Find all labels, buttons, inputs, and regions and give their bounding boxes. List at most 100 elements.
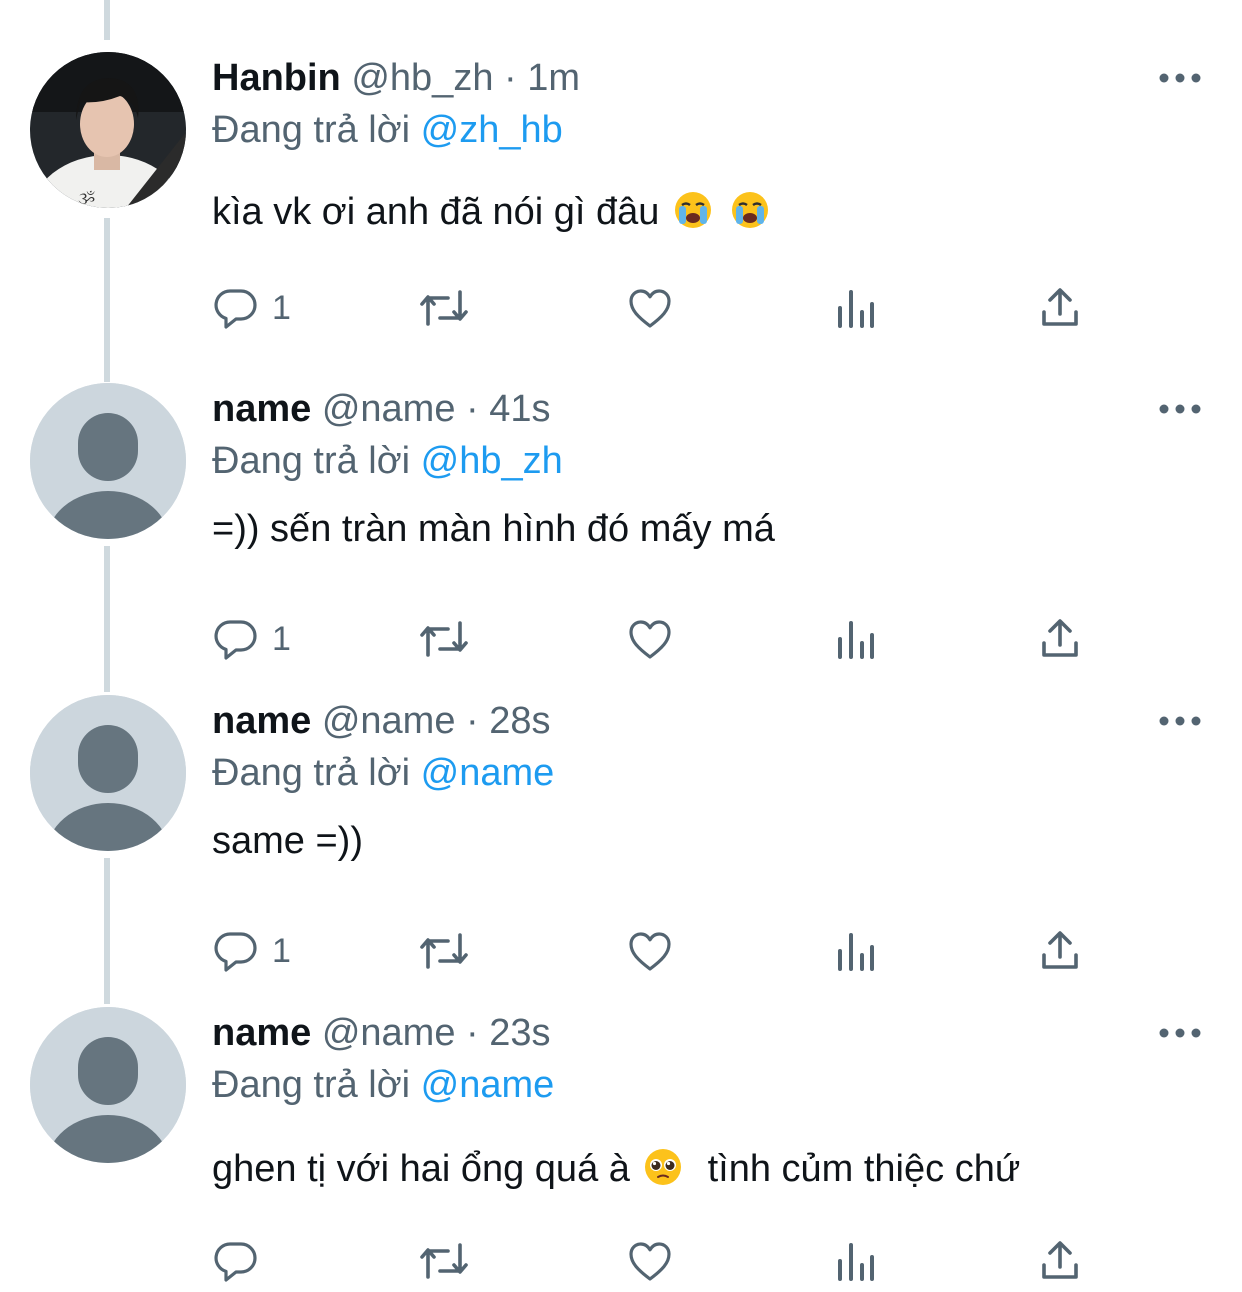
views-button[interactable] <box>832 278 880 338</box>
user-handle[interactable]: @name <box>322 388 456 430</box>
profile-photo: ૐ <box>30 52 186 208</box>
timestamp[interactable]: 28s <box>489 700 550 742</box>
tweet-text-content: same =)) <box>212 820 363 862</box>
avatar[interactable] <box>30 1007 186 1163</box>
like-button[interactable] <box>626 278 674 338</box>
separator-dot: · <box>504 57 517 99</box>
replying-to: Đang trả lời @name <box>212 1059 554 1111</box>
default-avatar-icon <box>30 695 186 851</box>
retweet-icon <box>420 933 468 969</box>
mention-link[interactable]: @name <box>421 752 555 794</box>
like-button[interactable] <box>626 921 674 981</box>
like-button[interactable] <box>626 1231 674 1291</box>
views-icon <box>838 290 874 328</box>
mention-link[interactable]: @hb_zh <box>421 440 563 482</box>
reply-count: 1 <box>272 288 291 327</box>
mention-link[interactable]: @zh_hb <box>421 109 563 151</box>
svg-text:ૐ: ૐ <box>78 189 95 208</box>
loudly-crying-face-icon <box>675 192 711 228</box>
replying-to-label: Đang trả lời <box>212 752 411 794</box>
tweet-actions <box>212 1231 1092 1291</box>
avatar[interactable]: ૐ <box>30 52 186 208</box>
display-name[interactable]: name <box>212 1012 311 1054</box>
avatar[interactable] <box>30 383 186 539</box>
heart-icon <box>629 620 671 659</box>
share-icon <box>1042 619 1078 657</box>
tweet[interactable]: name @name · 28s Đang trả lời @name same… <box>0 693 1242 993</box>
tweet-header: name @name · 41s <box>212 383 551 435</box>
retweet-icon <box>420 290 468 326</box>
share-button[interactable] <box>1036 609 1084 669</box>
retweet-button[interactable] <box>416 1231 472 1291</box>
tweet-header: name @name · 23s <box>212 1007 551 1059</box>
tweet-text-after-emoji: tình củm thiệc chứ <box>707 1148 1021 1190</box>
separator-dot: · <box>466 1012 479 1054</box>
share-icon <box>1042 1241 1078 1279</box>
share-icon <box>1042 288 1078 326</box>
replying-to-label: Đang trả lời <box>212 440 411 482</box>
retweet-button[interactable] <box>416 609 472 669</box>
heart-icon <box>629 1242 671 1281</box>
default-avatar-icon <box>30 1007 186 1163</box>
reply-button[interactable]: 1 <box>212 921 291 981</box>
tweet-actions: 1 <box>212 278 1092 338</box>
reply-button[interactable] <box>212 1231 272 1291</box>
user-handle[interactable]: @name <box>322 700 456 742</box>
avatar[interactable] <box>30 695 186 851</box>
share-button[interactable] <box>1036 1231 1084 1291</box>
reply-count: 1 <box>272 931 291 970</box>
tweet-text-before-emoji: ghen tị với hai ổng quá à <box>212 1148 630 1190</box>
share-button[interactable] <box>1036 278 1084 338</box>
views-button[interactable] <box>832 609 880 669</box>
like-button[interactable] <box>626 609 674 669</box>
timestamp[interactable]: 41s <box>489 388 550 430</box>
more-options-icon[interactable] <box>1158 401 1202 417</box>
more-options-icon[interactable] <box>1158 1025 1202 1041</box>
thread-line <box>104 0 110 40</box>
share-button[interactable] <box>1036 921 1084 981</box>
tweet-header: Hanbin @hb_zh · 1m <box>212 52 580 104</box>
tweet-text: =)) sến tràn màn hình đó mấy má <box>212 503 775 555</box>
retweet-button[interactable] <box>416 921 472 981</box>
loudly-crying-face-icon <box>731 192 768 228</box>
heart-icon <box>629 932 671 971</box>
tweet-header: name @name · 28s <box>212 695 551 747</box>
reply-icon <box>214 1242 257 1282</box>
tweet[interactable]: name @name · 41s Đang trả lời @hb_zh =))… <box>0 381 1242 681</box>
user-handle[interactable]: @hb_zh <box>351 57 493 99</box>
timestamp[interactable]: 23s <box>489 1012 550 1054</box>
views-icon <box>838 621 874 659</box>
tweet[interactable]: ૐ Hanbin @hb_zh · 1m Đang trả lời @zh_hb… <box>0 50 1242 350</box>
replying-to: Đang trả lời @hb_zh <box>212 435 563 487</box>
display-name[interactable]: name <box>212 700 311 742</box>
more-options-icon[interactable] <box>1158 70 1202 86</box>
reply-icon <box>214 289 257 329</box>
views-button[interactable] <box>832 1231 880 1291</box>
heart-icon <box>629 289 671 328</box>
tweet-text: kìa vk ơi anh đã nói gì đâu <box>212 186 773 238</box>
reply-icon <box>214 932 257 972</box>
reply-button[interactable]: 1 <box>212 609 291 669</box>
user-handle[interactable]: @name <box>322 1012 456 1054</box>
replying-to-label: Đang trả lời <box>212 109 411 151</box>
default-avatar-icon <box>30 383 186 539</box>
timestamp[interactable]: 1m <box>527 57 580 99</box>
reply-count: 1 <box>272 619 291 658</box>
mention-link[interactable]: @name <box>421 1064 555 1106</box>
separator-dot: · <box>466 700 479 742</box>
views-icon <box>838 1243 874 1281</box>
retweet-button[interactable] <box>416 278 472 338</box>
reply-button[interactable]: 1 <box>212 278 291 338</box>
views-button[interactable] <box>832 921 880 981</box>
tweet[interactable]: name @name · 23s Đang trả lời @name ghen… <box>0 1005 1242 1292</box>
pleading-face-icon <box>645 1149 682 1185</box>
tweet-text-content: kìa vk ơi anh đã nói gì đâu <box>212 191 660 233</box>
tweet-actions: 1 <box>212 609 1092 669</box>
views-icon <box>838 933 874 971</box>
retweet-icon <box>420 1243 468 1279</box>
tweet-text-content: =)) sến tràn màn hình đó mấy má <box>212 508 775 550</box>
display-name[interactable]: Hanbin <box>212 57 341 99</box>
more-options-icon[interactable] <box>1158 713 1202 729</box>
separator-dot: · <box>466 388 479 430</box>
display-name[interactable]: name <box>212 388 311 430</box>
